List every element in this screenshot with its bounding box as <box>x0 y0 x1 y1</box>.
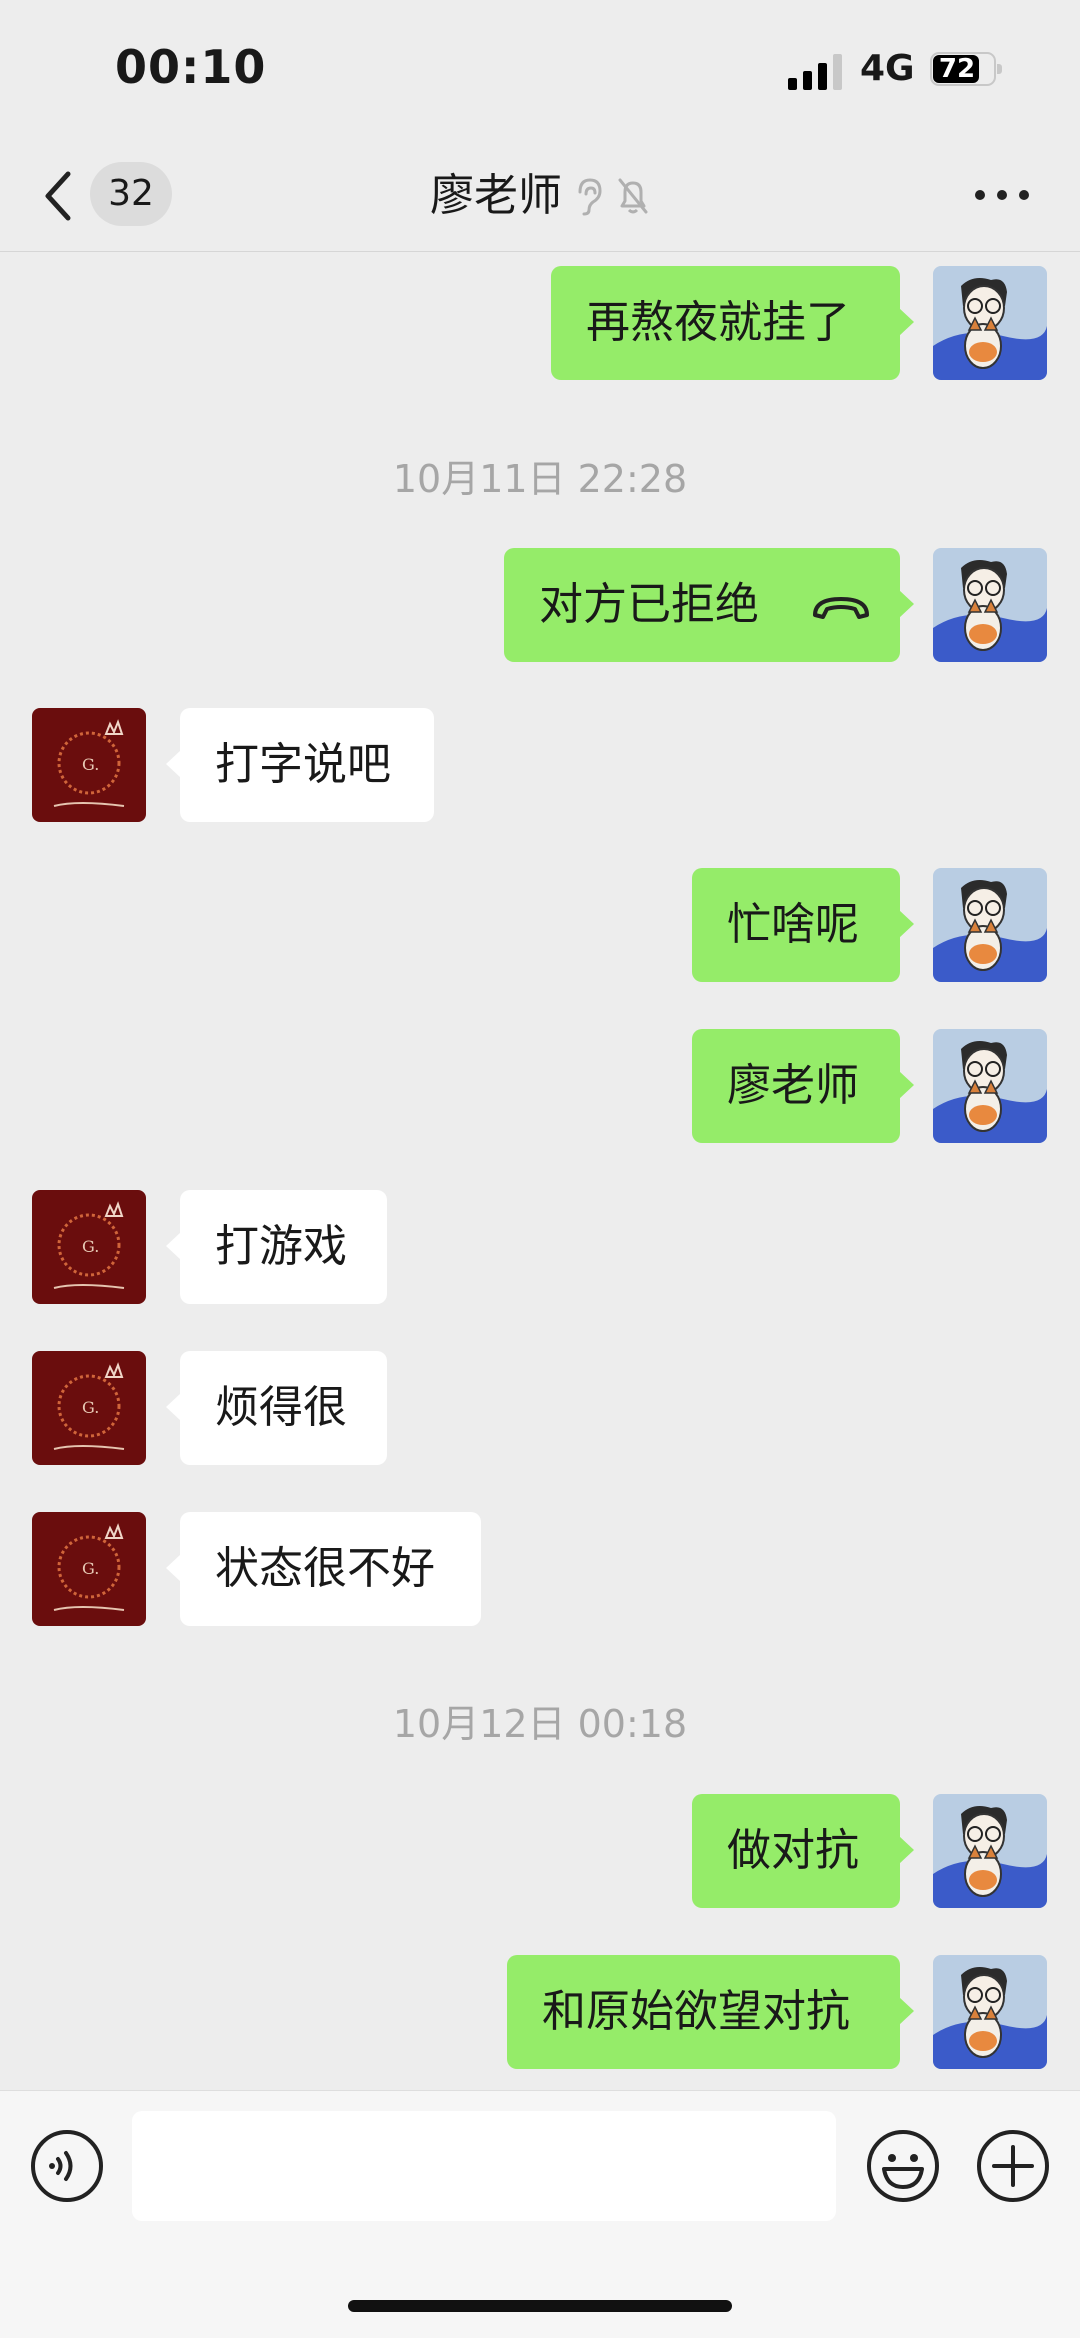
chat-header: 32 廖老师 <box>0 140 1080 252</box>
more-icon[interactable] <box>972 180 1032 210</box>
message-bubble[interactable]: 再熬夜就挂了 <box>551 266 914 380</box>
plus-icon[interactable] <box>976 2129 1050 2203</box>
network-type: 4G <box>860 48 915 89</box>
message-bubble[interactable]: 忙啥呢 <box>692 868 914 982</box>
message-bubble[interactable]: 状态很不好 <box>166 1512 481 1626</box>
avatar[interactable] <box>933 868 1047 982</box>
avatar[interactable] <box>32 1351 146 1465</box>
avatar[interactable] <box>32 1512 146 1626</box>
battery-icon: 72 <box>930 52 1008 88</box>
avatar[interactable] <box>32 708 146 822</box>
ear-icon <box>578 178 602 216</box>
message-bubble[interactable]: 和原始欲望对抗 <box>507 1955 914 2069</box>
timestamp: 10月11日 22:28 <box>392 457 688 501</box>
status-bar: 00:10 4G 72 <box>0 0 1080 140</box>
timestamp: 10月12日 00:18 <box>392 1702 688 1746</box>
avatar[interactable] <box>933 1029 1047 1143</box>
status-time: 00:10 <box>115 40 267 94</box>
chat-title-row: 廖老师 <box>0 164 1080 228</box>
battery-level: 72 <box>938 54 976 84</box>
message-input[interactable] <box>132 2111 836 2221</box>
message-text: 对方已拒绝 <box>539 579 759 630</box>
avatar[interactable] <box>933 1955 1047 2069</box>
message-bubble[interactable]: 打游戏 <box>166 1190 387 1304</box>
call-message-bubble[interactable]: 对方已拒绝 <box>504 548 914 662</box>
phone-hangup-icon <box>813 597 869 619</box>
voice-icon[interactable] <box>30 2129 104 2203</box>
mute-bell-icon <box>618 178 648 214</box>
signal-icon <box>788 54 842 90</box>
message-bubble[interactable]: 烦得很 <box>166 1351 387 1465</box>
avatar[interactable] <box>933 548 1047 662</box>
chat-title[interactable]: 廖老师 <box>430 164 562 228</box>
home-indicator[interactable] <box>348 2300 732 2312</box>
avatar[interactable] <box>32 1190 146 1304</box>
avatar[interactable] <box>933 266 1047 380</box>
avatar[interactable] <box>933 1794 1047 1908</box>
message-bubble[interactable]: 廖老师 <box>692 1029 914 1143</box>
message-bubble[interactable]: 打字说吧 <box>166 708 434 822</box>
message-bubble[interactable]: 做对抗 <box>692 1794 914 1908</box>
emoji-icon[interactable] <box>866 2129 940 2203</box>
